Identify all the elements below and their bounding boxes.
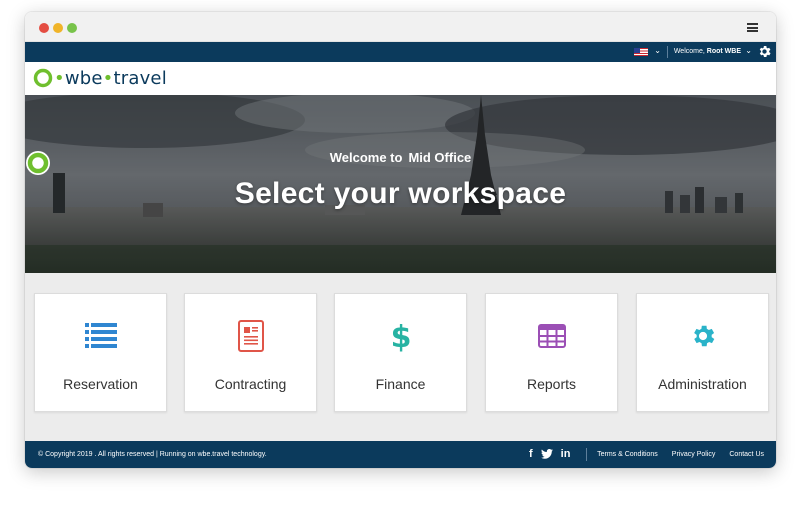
tile-label: Reservation xyxy=(63,376,138,392)
gear-icon xyxy=(686,319,720,353)
list-icon xyxy=(84,319,118,353)
logo-ring-icon xyxy=(33,68,53,88)
footer: © Copyright 2019 . All rights reserved |… xyxy=(25,441,776,468)
menu-icon[interactable] xyxy=(747,23,758,32)
user-name: Root WBE xyxy=(706,48,741,55)
tile-label: Finance xyxy=(375,376,426,392)
copyright-text: © Copyright 2019 . All rights reserved |… xyxy=(38,451,267,458)
facebook-icon[interactable]: f xyxy=(529,448,533,460)
contact-link[interactable]: Contact Us xyxy=(729,451,764,458)
hero-welcome: Welcome to Mid Office xyxy=(25,150,776,175)
product-name: Mid Office xyxy=(408,150,472,165)
tile-administration[interactable]: Administration xyxy=(636,293,769,412)
page-title: Select your workspace xyxy=(234,177,567,210)
user-welcome[interactable]: Welcome, Root WBE xyxy=(674,48,741,55)
window-chrome xyxy=(25,12,776,42)
us-flag-icon[interactable] xyxy=(634,48,648,56)
terms-link[interactable]: Terms & Conditions xyxy=(597,451,658,458)
settings-gear-icon[interactable] xyxy=(757,44,772,59)
app-window: ⌄ Welcome, Root WBE ⌄ •wbe•travel Welcom… xyxy=(25,12,776,468)
tile-reservation[interactable]: Reservation xyxy=(34,293,167,412)
mid-office-ring-icon xyxy=(26,151,50,175)
privacy-link[interactable]: Privacy Policy xyxy=(672,451,716,458)
language-chevron-down-icon[interactable]: ⌄ xyxy=(654,46,661,55)
footer-divider xyxy=(586,448,587,461)
table-icon xyxy=(535,319,569,353)
linkedin-icon[interactable]: in xyxy=(561,448,571,460)
hero-welcome-text: Welcome to xyxy=(329,150,403,165)
welcome-prefix: Welcome, xyxy=(673,48,705,55)
top-bar: ⌄ Welcome, Root WBE ⌄ xyxy=(25,42,776,62)
dollar-icon: $ xyxy=(384,319,418,353)
tile-label: Administration xyxy=(658,376,747,392)
wbe-travel-logo[interactable]: •wbe•travel xyxy=(33,67,167,89)
close-window-button[interactable] xyxy=(39,23,49,33)
tile-finance[interactable]: $ Finance xyxy=(334,293,467,412)
tile-label: Contracting xyxy=(214,376,287,392)
footer-links: Terms & Conditions Privacy Policy Contac… xyxy=(597,451,764,458)
tile-label: Reports xyxy=(526,376,577,392)
maximize-window-button[interactable] xyxy=(67,23,77,33)
social-links: f in xyxy=(529,448,570,460)
tile-contracting[interactable]: Contracting xyxy=(184,293,317,412)
logo-text: •wbe•travel xyxy=(54,67,167,89)
document-icon xyxy=(234,319,268,353)
hero-banner: Welcome to Mid Office Select your worksp… xyxy=(25,95,776,273)
svg-text:$: $ xyxy=(390,320,411,353)
user-chevron-down-icon[interactable]: ⌄ xyxy=(745,46,752,55)
twitter-icon[interactable] xyxy=(540,449,553,459)
workspace-tiles: Reservation Contracting $ Finance Report… xyxy=(25,273,776,441)
logo-bar: •wbe•travel xyxy=(25,62,776,95)
tile-reports[interactable]: Reports xyxy=(485,293,618,412)
topbar-divider xyxy=(667,46,668,58)
minimize-window-button[interactable] xyxy=(53,23,63,33)
